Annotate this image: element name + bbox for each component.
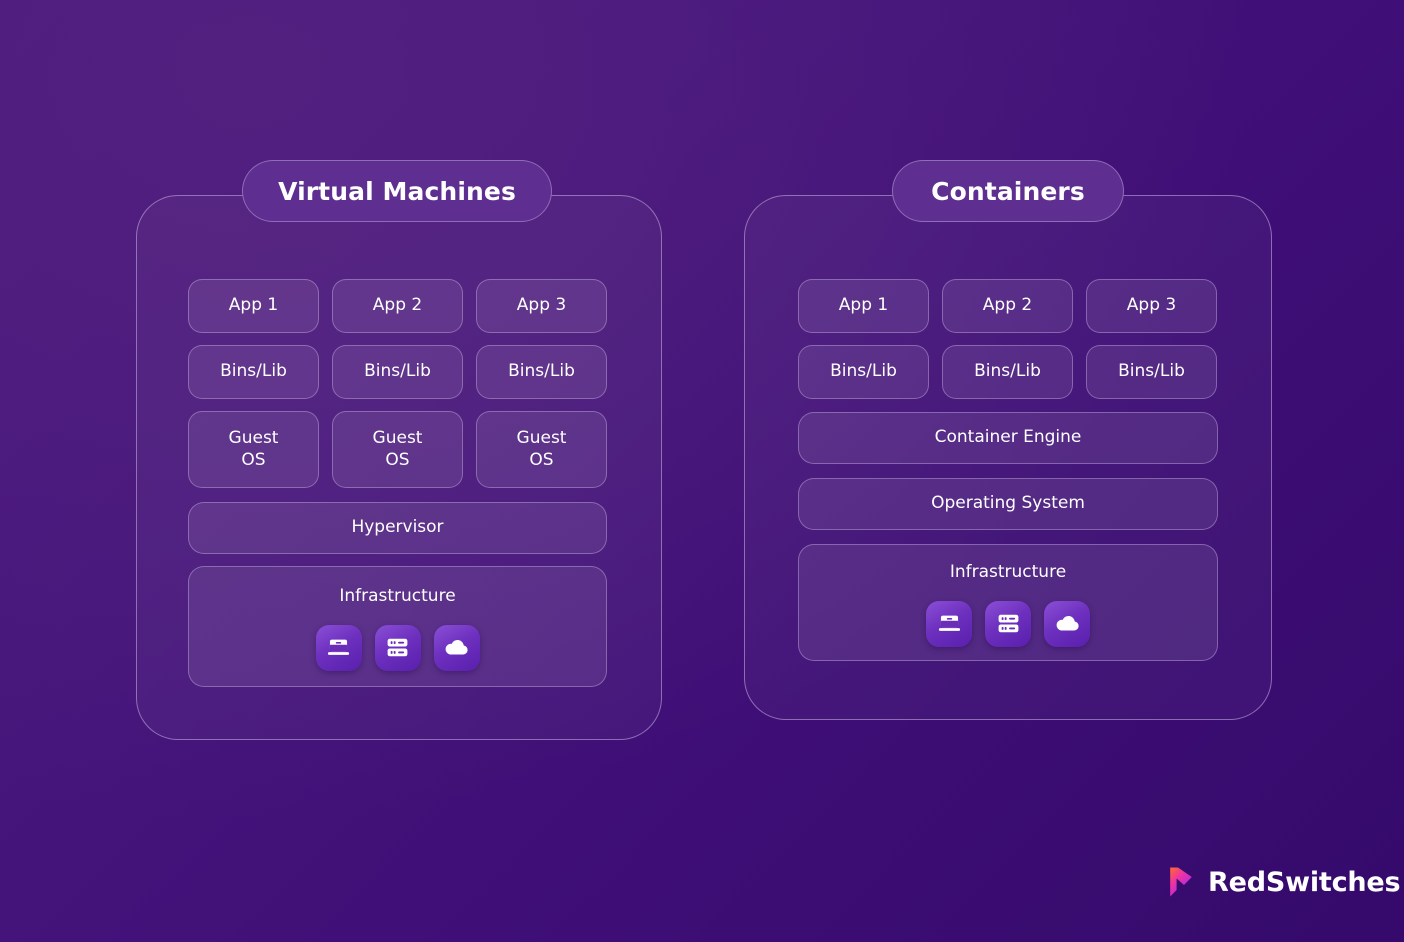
vm-guest-os-1-label: Guest OS [228,427,279,470]
vm-app-2-box: App 2 [332,279,463,333]
ct-app-1-label: App 1 [838,295,889,316]
ct-app-3-label: App 3 [1126,295,1177,316]
vm-bins-1-label: Bins/Lib [220,361,287,382]
vm-guest-os-2-box: Guest OS [332,411,463,488]
cloud-icon [443,634,470,661]
laptop-icon [325,634,352,661]
ct-operating-system-label: Operating System [931,493,1085,514]
containers-title-badge: Containers [892,160,1124,222]
ct-bins-3-box: Bins/Lib [1086,345,1217,399]
vm-app-2-label: App 2 [372,295,423,316]
vm-infrastructure-label: Infrastructure [339,586,456,606]
diagram-canvas: Virtual Machines App 1 App 2 App 3 Bins/… [0,0,1404,942]
redswitches-logo-mark-icon [1168,866,1198,898]
laptop-icon-tile [926,600,972,647]
vm-guest-os-2-label: Guest OS [372,427,423,470]
vm-bins-3-box: Bins/Lib [476,345,607,399]
server-icon [384,634,411,661]
vm-app-3-box: App 3 [476,279,607,333]
server-icon-tile [985,600,1031,647]
ct-operating-system-box: Operating System [798,478,1218,530]
virtual-machines-title-label: Virtual Machines [278,176,516,206]
ct-app-2-box: App 2 [942,279,1073,333]
vm-bins-3-label: Bins/Lib [508,361,575,382]
laptop-icon-tile [315,624,362,671]
redswitches-wordmark: RedSwitches [1208,866,1401,898]
virtual-machines-title-badge: Virtual Machines [242,160,552,222]
vm-app-1-box: App 1 [188,279,319,333]
ct-container-engine-label: Container Engine [934,427,1082,448]
vm-bins-2-label: Bins/Lib [364,361,431,382]
ct-infrastructure-label: Infrastructure [949,562,1067,582]
server-icon [995,610,1022,637]
cloud-icon-tile [433,624,480,671]
ct-bins-1-label: Bins/Lib [830,361,897,382]
vm-app-3-label: App 3 [516,295,567,316]
ct-container-engine-box: Container Engine [798,412,1218,464]
server-icon-tile [374,624,421,671]
laptop-icon [936,610,963,637]
ct-bins-3-label: Bins/Lib [1118,361,1185,382]
vm-guest-os-3-box: Guest OS [476,411,607,488]
vm-guest-os-3-label: Guest OS [516,427,567,470]
redswitches-brand: RedSwitches [1168,866,1401,898]
ct-app-2-label: App 2 [982,295,1033,316]
ct-infrastructure-icon-row [799,600,1217,647]
cloud-icon-tile [1044,600,1090,647]
vm-hypervisor-label: Hypervisor [351,517,444,538]
vm-bins-1-box: Bins/Lib [188,345,319,399]
cloud-icon [1054,610,1081,637]
vm-guest-os-1-box: Guest OS [188,411,319,488]
containers-title-label: Containers [931,176,1085,206]
ct-bins-2-label: Bins/Lib [974,361,1041,382]
ct-infrastructure-box: Infrastructure [798,544,1218,661]
ct-app-3-box: App 3 [1086,279,1217,333]
vm-hypervisor-box: Hypervisor [188,502,607,554]
vm-app-1-label: App 1 [228,295,279,316]
ct-bins-1-box: Bins/Lib [798,345,929,399]
ct-bins-2-box: Bins/Lib [942,345,1073,399]
ct-app-1-box: App 1 [798,279,929,333]
vm-infrastructure-icon-row [189,624,606,671]
vm-infrastructure-box: Infrastructure [188,566,607,687]
vm-bins-2-box: Bins/Lib [332,345,463,399]
